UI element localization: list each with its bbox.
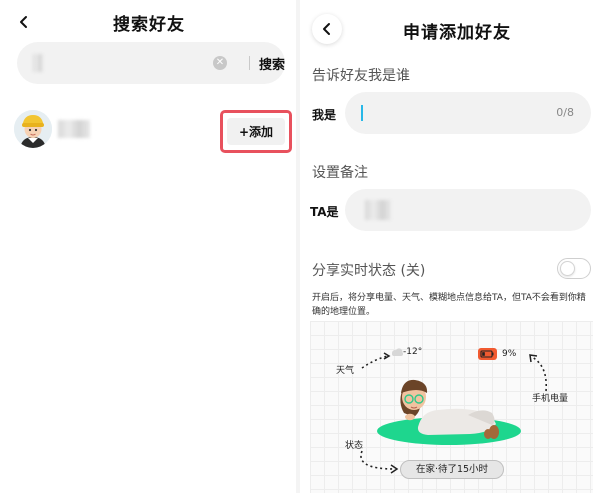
weather-label: 天气: [336, 366, 355, 376]
weather-arrowhead: [383, 352, 391, 360]
friend-request-screen: 申请添加好友 告诉好友我是谁 我是 0/8 设置备注 TA是 分享实时状态 (关…: [300, 0, 593, 493]
back-button[interactable]: [312, 14, 342, 44]
avatar-image: [14, 110, 52, 148]
divider: [249, 56, 250, 70]
status-illustration: 天气 -12° 9% 手机电量 状态 在家·待了15小时: [310, 321, 593, 493]
add-button-highlight: +添加: [220, 110, 292, 153]
temperature-text: -12°: [403, 347, 423, 357]
search-button[interactable]: 搜索: [259, 54, 285, 73]
text-caret: [361, 105, 363, 121]
remark-heading: 设置备注: [312, 165, 368, 181]
search-input[interactable]: ✕ 搜索: [17, 42, 285, 84]
remark-input[interactable]: [345, 189, 591, 231]
battery-percent-text: 9%: [502, 349, 517, 359]
intro-input[interactable]: 0/8: [345, 92, 591, 134]
remark-field-label: TA是: [310, 205, 339, 219]
status-label: 状态: [345, 441, 364, 451]
battery-arrow: [531, 356, 548, 392]
username-redacted: [58, 120, 90, 138]
realtime-status-toggle[interactable]: [557, 258, 591, 279]
page-title: 搜索好友: [113, 15, 185, 35]
avatar[interactable]: [14, 110, 52, 148]
close-circle-icon[interactable]: ✕: [213, 56, 227, 70]
battery-icon: [478, 348, 497, 360]
chevron-left-icon: [323, 23, 330, 35]
character-counter: 0/8: [556, 106, 574, 119]
realtime-status-heading: 分享实时状态 (关): [312, 263, 426, 279]
cloud-icon: [392, 348, 403, 356]
search-friends-screen: 搜索好友 ✕ 搜索 +添加: [0, 0, 296, 493]
status-pill: 在家·待了15小时: [400, 460, 504, 479]
realtime-status-description: 开启后，将分享电量、天气、模糊地点信息给TA，但TA不会看到你精确的地理位置。: [312, 293, 586, 317]
battery-label: 手机电量: [532, 394, 569, 404]
weather-arrow: [361, 355, 389, 369]
intro-field-label: 我是: [312, 108, 337, 122]
page-title: 申请添加好友: [403, 23, 511, 43]
add-friend-button[interactable]: +添加: [227, 118, 285, 145]
search-query-redacted: [33, 54, 43, 72]
chevron-left-icon: [20, 16, 27, 28]
back-button[interactable]: [9, 7, 39, 37]
intro-heading: 告诉好友我是谁: [312, 68, 410, 84]
status-arrow: [360, 450, 396, 470]
remark-value-redacted: [365, 200, 391, 220]
toggle-knob: [560, 261, 575, 276]
